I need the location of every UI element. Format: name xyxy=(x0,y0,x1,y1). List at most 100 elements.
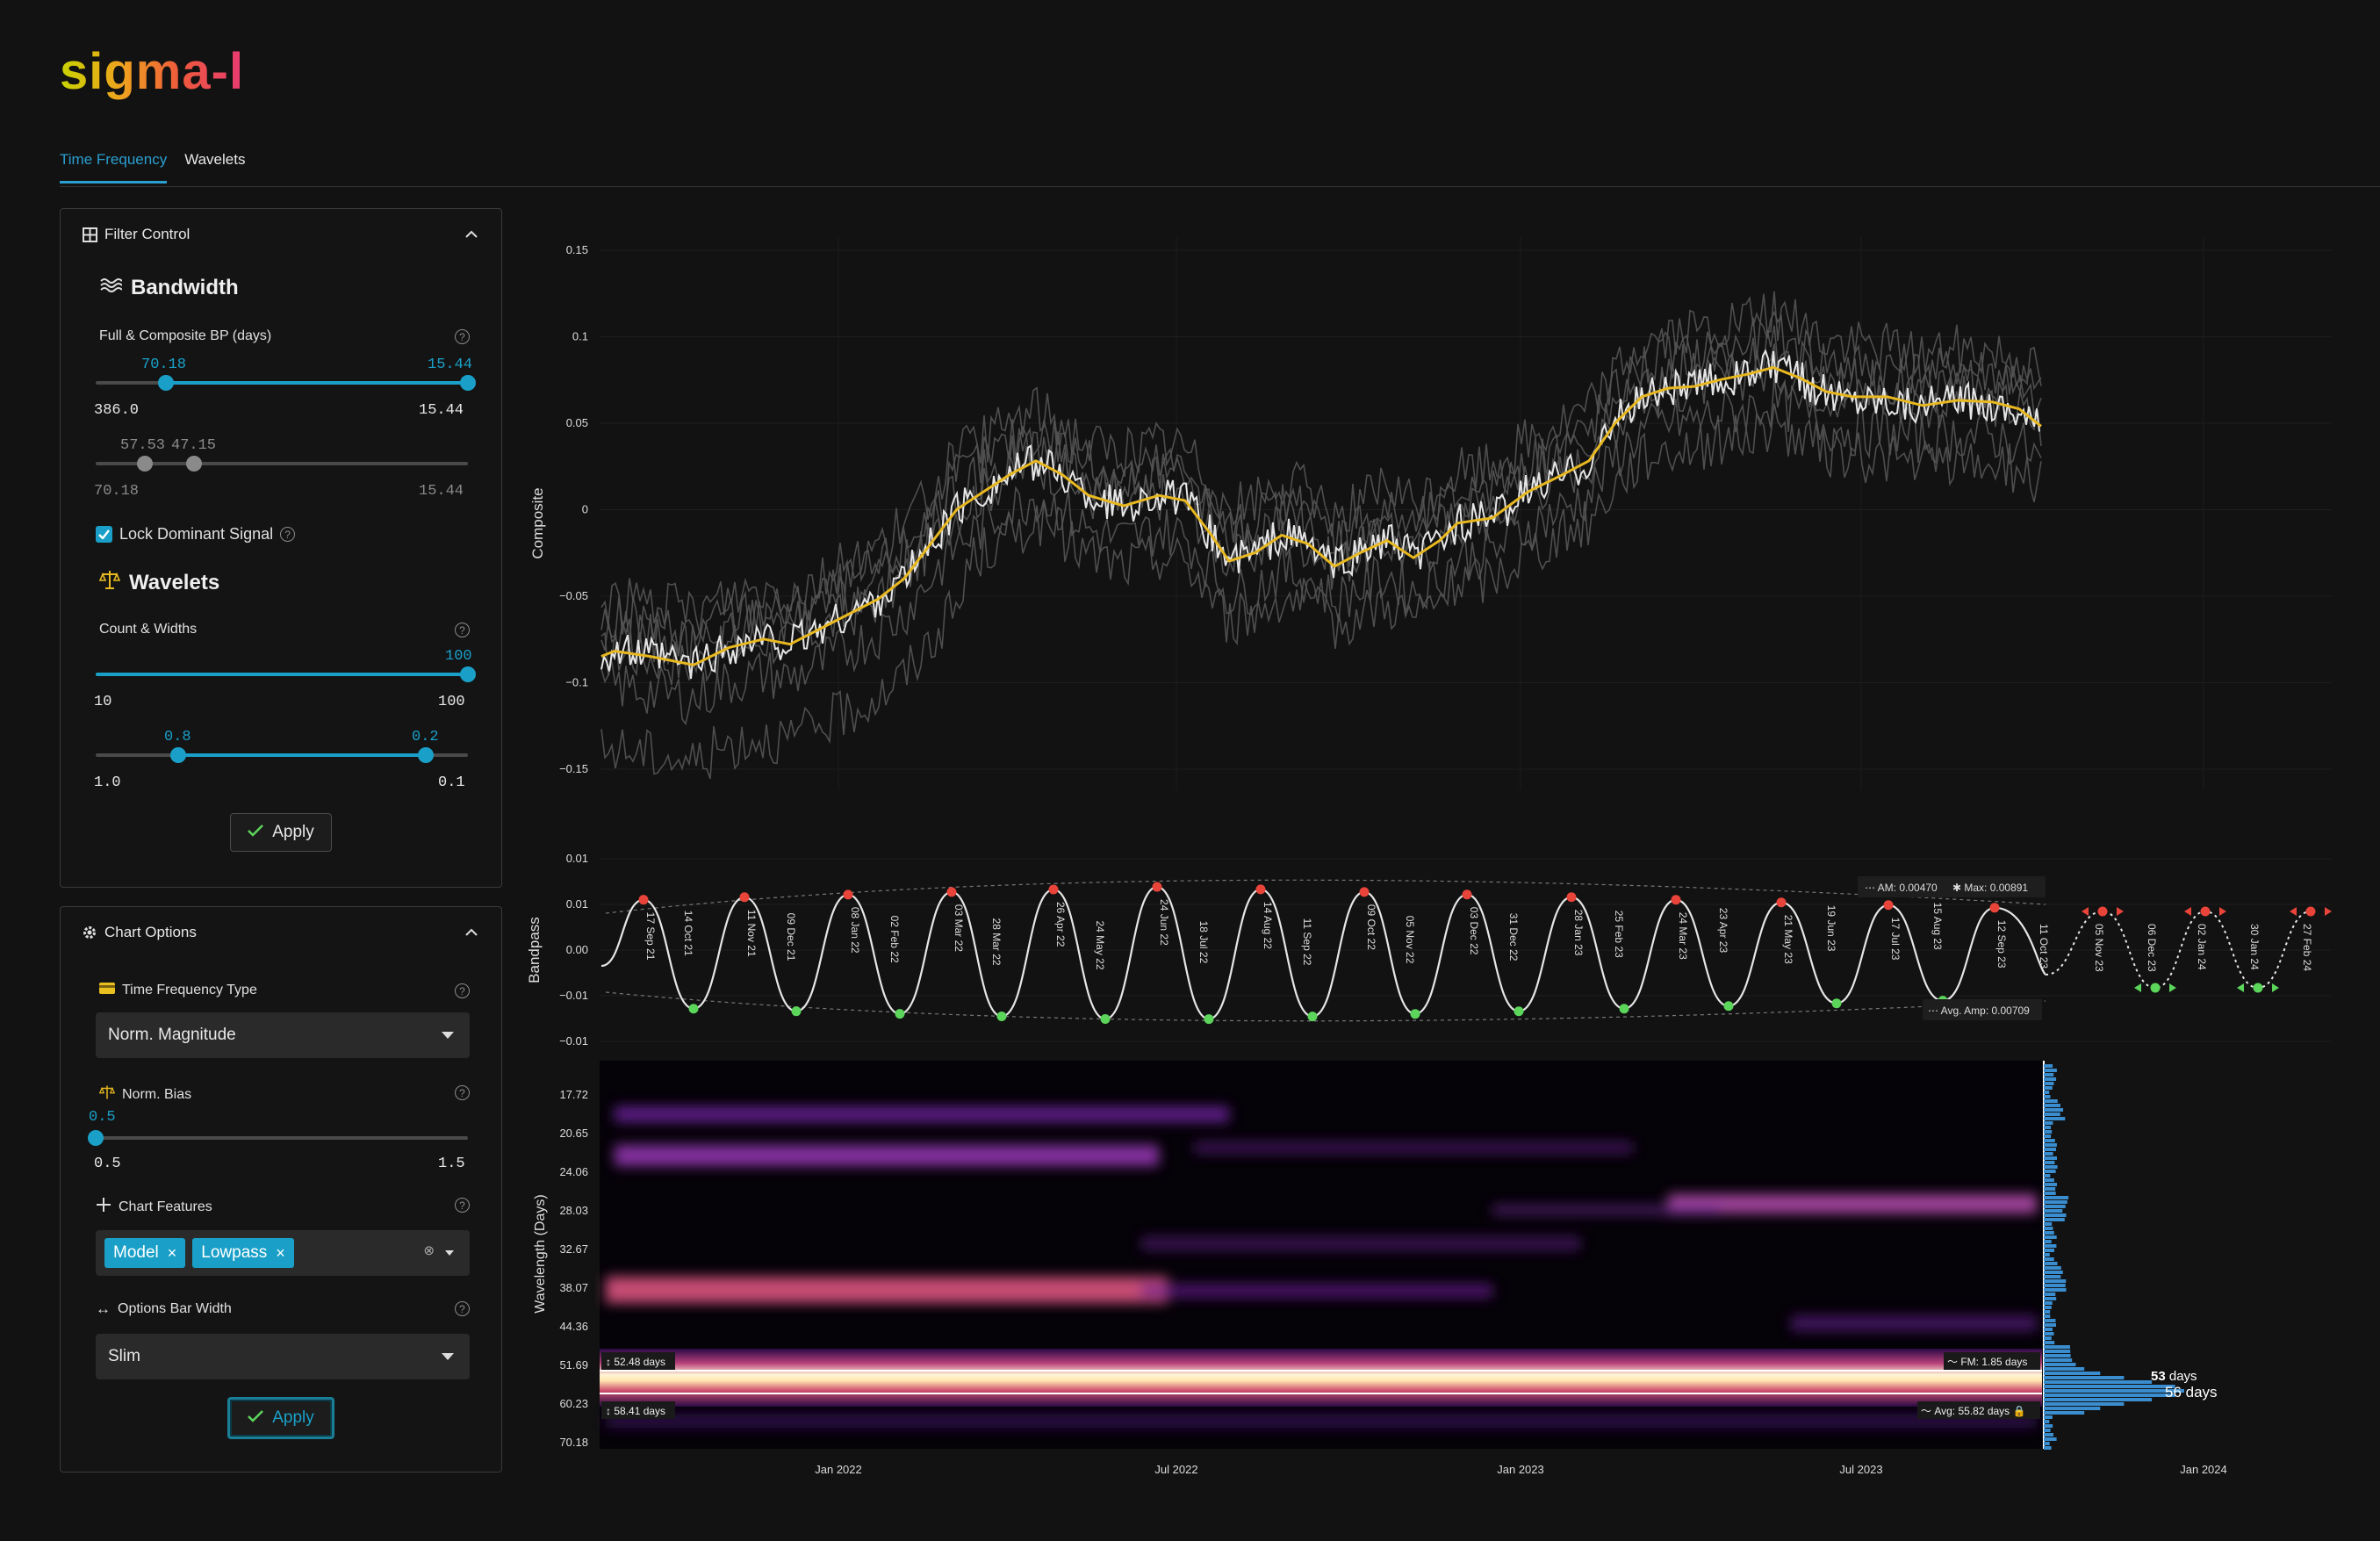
peak-date-label: 17 Jul 23 xyxy=(1889,918,1902,961)
y-tick-label: 24.06 xyxy=(559,1165,588,1178)
avg-tag-bg xyxy=(1917,1401,2040,1419)
histogram-bar xyxy=(2044,1380,2153,1384)
projected-peak-marker xyxy=(2305,906,2316,917)
waves-icon xyxy=(99,276,123,300)
y-tick-label: −0.05 xyxy=(559,589,588,602)
feature-chip-model[interactable]: Model × xyxy=(104,1238,186,1268)
trough-date-label: 11 Oct 23 xyxy=(2038,924,2050,969)
filter-control-header[interactable]: Filter Control xyxy=(61,209,501,260)
remove-icon[interactable]: × xyxy=(276,1244,285,1263)
wav-slider2-track[interactable] xyxy=(96,747,468,763)
peak-marker xyxy=(1671,895,1681,905)
trough-date-label: 28 Mar 22 xyxy=(990,918,1003,966)
lock-dominant-row[interactable]: Lock Dominant Signal ? xyxy=(96,525,296,544)
tab-time-frequency[interactable]: Time Frequency xyxy=(60,151,168,184)
bandwidth-heading: Bandwidth xyxy=(99,276,239,300)
histogram-bar xyxy=(2044,1227,2053,1230)
y-tick-label: 38.07 xyxy=(559,1281,588,1294)
histogram-bar xyxy=(2044,1139,2055,1142)
wav-slider1-max: 100 xyxy=(438,694,465,710)
y-tick-label: 17.72 xyxy=(559,1088,588,1101)
help-icon[interactable]: ? xyxy=(455,983,470,998)
y-tick-label: 0.1 xyxy=(572,330,588,343)
help-icon[interactable]: ? xyxy=(455,1198,470,1213)
histogram-bar xyxy=(2044,1442,2050,1445)
bp-slider1-track[interactable] xyxy=(96,375,476,391)
chevron-up-icon[interactable] xyxy=(464,227,478,244)
am-label: ⋯ AM: 0.00470 xyxy=(1865,882,1938,894)
max-label: ✱ Max: 0.00891 xyxy=(1952,882,2028,894)
bp-slider1-high-handle[interactable] xyxy=(460,375,476,391)
feature-chip-lowpass[interactable]: Lowpass × xyxy=(192,1238,294,1268)
histogram-bar xyxy=(2044,1205,2066,1208)
y-tick-label: −0.01 xyxy=(559,1034,588,1048)
norm-bias-max: 1.5 xyxy=(438,1156,465,1172)
bandpass-wave xyxy=(600,885,2046,1020)
histogram-bar xyxy=(2044,1178,2054,1182)
lock-dominant-checkbox[interactable] xyxy=(96,526,112,543)
histogram-bar xyxy=(2044,1297,2057,1300)
filter-apply-button[interactable]: Apply xyxy=(230,813,332,852)
histogram-bar xyxy=(2044,1446,2052,1450)
help-icon[interactable]: ? xyxy=(455,1301,470,1316)
spectrogram-chart[interactable]: 17.72 20.65 24.06 28.03 32.67 38.07 44.36 51.69… xyxy=(533,1061,2227,1476)
chart-options-apply-button[interactable]: Apply xyxy=(227,1397,334,1439)
norm-bias-track[interactable] xyxy=(88,1130,468,1146)
bp-slider2-low-value: 57.53 xyxy=(120,437,166,454)
chart-options-header[interactable]: Chart Options xyxy=(61,907,501,958)
chevron-up-icon[interactable] xyxy=(464,925,478,942)
bp-slider2-track[interactable] xyxy=(96,456,468,472)
tf-type-select[interactable]: Norm. Magnitude xyxy=(96,1012,470,1058)
band-top-tag-bg xyxy=(601,1352,675,1370)
bp-slider2-high-handle[interactable] xyxy=(186,456,202,472)
peak-marker xyxy=(843,889,853,900)
norm-bias-handle[interactable] xyxy=(88,1130,104,1146)
filter-control-panel: Filter Control Bandwidth Full & Composit… xyxy=(60,208,502,888)
model-series-line xyxy=(600,310,2042,657)
histogram-bar xyxy=(2044,1284,2066,1287)
caret-down-icon[interactable] xyxy=(445,1250,454,1256)
clear-icon[interactable]: ⊗ xyxy=(423,1242,435,1258)
composite-chart[interactable]: 0.15 0.1 0.05 0 −0.05 −0.1 −0.15 Composite xyxy=(529,237,2331,790)
help-icon[interactable]: ? xyxy=(455,1085,470,1100)
y-tick-label: −0.01 xyxy=(559,989,588,1002)
energy-band xyxy=(1492,1205,1721,1215)
histogram-bar xyxy=(2044,1407,2101,1410)
tab-wavelets[interactable]: Wavelets xyxy=(184,151,245,184)
histogram-bar xyxy=(2044,1271,2063,1274)
features-multiselect[interactable]: Model × Lowpass × ⊗ xyxy=(96,1230,470,1276)
y-tick-label: 0.15 xyxy=(566,243,588,256)
bp-slider1-low-handle[interactable] xyxy=(158,375,174,391)
bp-slider2-low-handle[interactable] xyxy=(137,456,153,472)
card-icon xyxy=(99,983,115,998)
peak-marker xyxy=(1989,903,2000,913)
bandpass-chart[interactable]: 0.01 0.01 0.00 −0.01 −0.01 Bandpass 17 Sep 2… xyxy=(526,852,2332,1048)
help-icon[interactable]: ? xyxy=(455,623,470,637)
histogram-bar xyxy=(2044,1257,2054,1261)
histogram-bar xyxy=(2044,1433,2053,1437)
wav-slider2-high-handle[interactable] xyxy=(418,747,434,763)
histogram-bar xyxy=(2044,1402,2125,1406)
bar-width-select[interactable]: Slim xyxy=(96,1334,470,1379)
histogram-bar xyxy=(2044,1301,2053,1305)
tf-type-value: Norm. Magnitude xyxy=(108,1026,236,1044)
lock-dominant-label: Lock Dominant Signal xyxy=(119,525,274,543)
wav-slider1-track[interactable] xyxy=(96,666,476,682)
bar-width-label: Options Bar Width xyxy=(118,1301,232,1316)
wav-slider2-low-handle[interactable] xyxy=(170,747,186,763)
help-icon[interactable]: ? xyxy=(455,329,470,344)
wav-slider1-handle[interactable] xyxy=(460,666,476,682)
peak-date-label: 28 Jan 23 xyxy=(1572,910,1585,956)
remove-icon[interactable]: × xyxy=(168,1244,177,1263)
wavelets-title: Wavelets xyxy=(129,570,220,594)
peak-date-label: 24 Jun 22 xyxy=(1158,899,1170,946)
trough-date-label: 09 Dec 21 xyxy=(785,913,797,961)
help-icon[interactable]: ? xyxy=(280,527,296,542)
bandpass-y-ticks: 0.01 0.01 0.00 −0.01 −0.01 xyxy=(559,852,588,1048)
y-tick-label: 0.01 xyxy=(566,852,588,865)
histogram-bar xyxy=(2044,1095,2051,1098)
histogram-bar xyxy=(2044,1376,2125,1379)
peak-date-label: 21 May 23 xyxy=(1782,915,1794,964)
y-tick-label: 0.00 xyxy=(566,943,588,956)
histogram-bar xyxy=(2044,1187,2056,1191)
